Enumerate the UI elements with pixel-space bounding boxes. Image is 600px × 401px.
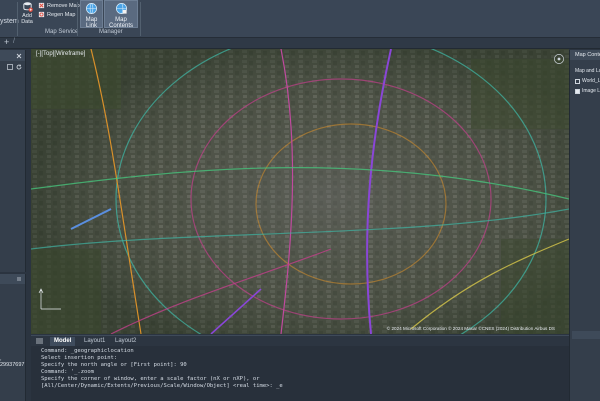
layer-name-world: World_La	[582, 78, 600, 84]
left-panel-header	[0, 50, 25, 61]
navigation-wheel-icon[interactable]	[553, 53, 565, 65]
map-contents-label: Map Contents	[108, 17, 133, 29]
left-panel-bottom-header	[0, 274, 25, 284]
system-tab-label[interactable]: ystem	[0, 18, 19, 25]
layout-tab-bar: Model Layout1 Layout2	[31, 335, 569, 346]
manager-group-label: Manager	[99, 29, 123, 35]
map-group-label: Map and La	[570, 66, 600, 76]
map-service-group-label: Map Service	[45, 29, 79, 35]
left-panel-bottom: , 29937697	[0, 274, 26, 401]
layer-item-world[interactable]: World_La	[570, 76, 600, 86]
map-link-button[interactable]: Map Link	[80, 0, 103, 29]
map-contents-panel: Map Contents Map and La World_La Image L…	[569, 50, 600, 401]
map-contents-title: Map Contents	[570, 50, 600, 60]
layer-checkbox-image[interactable]	[575, 88, 580, 94]
map-viewport[interactable]: [-][Top][Wireframe] © 2024 Microsoft Cor…	[31, 49, 569, 334]
map-link-label: Map Link	[85, 17, 98, 29]
satellite-map-image	[31, 49, 569, 334]
ribbon: ystem Add Data Remove Map Regen Map Map …	[0, 0, 600, 38]
map-group-text: Map and La	[575, 68, 600, 74]
ribbon-divider	[77, 2, 78, 36]
document-tab-strip: + /	[0, 37, 600, 49]
command-line: Command: _geographiclocation	[41, 348, 134, 354]
ribbon-divider	[140, 2, 141, 36]
layer-name-image: Image La	[582, 88, 600, 94]
tab-model[interactable]: Model	[50, 337, 76, 346]
globe-contents-icon	[115, 3, 127, 14]
globe-link-icon	[86, 3, 97, 14]
tab-separator: /	[13, 38, 15, 45]
panel-menu-icon[interactable]	[16, 276, 22, 282]
remove-map-button[interactable]: Remove Map	[38, 1, 80, 10]
command-line-history[interactable]: Command: _geographiclocation Select inse…	[31, 346, 569, 401]
tab-layout1[interactable]: Layout1	[80, 337, 109, 346]
panel-list-icon[interactable]	[7, 63, 13, 70]
viewport-label[interactable]: [-][Top][Wireframe]	[36, 51, 85, 57]
remove-map-label: Remove Map	[47, 2, 80, 9]
coordinate-readout: , 29937697	[0, 356, 25, 368]
command-line: Specify the north angle or [First point]…	[41, 361, 187, 368]
refresh-icon[interactable]	[16, 64, 22, 70]
layout-menu-icon[interactable]	[36, 338, 43, 344]
regen-map-label: Regen Map	[47, 11, 76, 18]
panel-scroll-handle[interactable]	[572, 331, 600, 339]
new-tab-button[interactable]: +	[4, 37, 9, 47]
left-panel-toolbar	[0, 61, 25, 72]
add-data-icon	[22, 2, 33, 12]
regen-map-button[interactable]: Regen Map	[38, 10, 75, 19]
add-data-button[interactable]: Add Data	[19, 1, 35, 27]
command-line: Specify the corner of window, enter a sc…	[41, 375, 260, 382]
regen-map-icon	[38, 11, 45, 18]
command-line: Select insertion point:	[41, 354, 118, 361]
command-line: Command: '_.zoom	[41, 368, 94, 375]
layer-checkbox-world[interactable]	[575, 78, 580, 84]
map-attribution: © 2024 Microsoft Corporation © 2024 Maxa…	[386, 326, 555, 331]
left-panel-top	[0, 50, 26, 272]
close-icon[interactable]	[16, 53, 22, 59]
remove-map-icon	[38, 2, 45, 9]
map-contents-button[interactable]: Map Contents	[104, 0, 138, 29]
tab-layout2[interactable]: Layout2	[111, 337, 140, 346]
add-data-label: Add Data	[21, 13, 33, 25]
command-line: [All/Center/Dynamic/Extents/Previous/Sca…	[41, 382, 283, 389]
ribbon-divider	[17, 2, 18, 36]
layer-item-image[interactable]: Image La	[570, 86, 600, 96]
